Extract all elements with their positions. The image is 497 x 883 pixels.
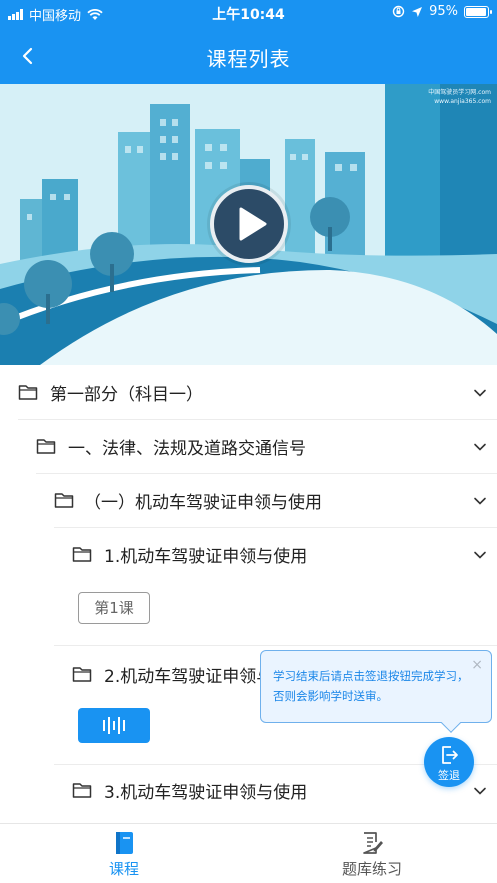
- tab-bar: 课程 题库练习: [0, 823, 497, 883]
- top-bar: 中国移动 上午10:44 95% 课程列表: [0, 0, 497, 84]
- rotation-lock-icon: [392, 5, 405, 18]
- folder-icon: [72, 547, 92, 562]
- tree-node-title: 第一部分（科目一）: [50, 385, 203, 405]
- tree-node-level4[interactable]: 1.机动车驾驶证申领与使用: [0, 528, 497, 582]
- close-icon[interactable]: ×: [471, 655, 483, 675]
- folder-icon: [54, 493, 74, 508]
- nav-bar: 课程列表: [0, 30, 497, 82]
- signout-button[interactable]: 签退: [424, 737, 474, 787]
- tab-label: 课程: [108, 860, 139, 878]
- divider: [54, 645, 497, 646]
- video-player[interactable]: 中国驾驶员学习网.com www.anjia365.com: [0, 84, 497, 365]
- now-playing-button[interactable]: [78, 708, 150, 743]
- folder-icon: [18, 385, 38, 400]
- video-watermark: 中国驾驶员学习网.com www.anjia365.com: [428, 89, 491, 105]
- folder-icon: [72, 667, 92, 682]
- tree-node-level3[interactable]: （一）机动车驾驶证申领与使用: [0, 474, 497, 528]
- tooltip-arrow: [441, 713, 461, 733]
- tab-question-bank[interactable]: 题库练习: [248, 824, 496, 883]
- tab-label: 题库练习: [341, 860, 402, 878]
- audio-wave-icon: [103, 717, 125, 734]
- folder-icon: [72, 783, 92, 798]
- tip-line: 否则会影响学时送审。: [273, 689, 388, 703]
- chevron-down-icon[interactable]: [473, 494, 487, 508]
- tree-node-level4[interactable]: 3.机动车驾驶证申领与使用: [0, 764, 497, 818]
- tree-node-title: （一）机动车驾驶证申领与使用: [84, 493, 322, 513]
- battery-percent: 95%: [429, 4, 458, 19]
- location-icon: [412, 6, 423, 17]
- chevron-down-icon[interactable]: [473, 440, 487, 454]
- battery-icon: [464, 5, 492, 18]
- tree-node-title: 3.机动车驾驶证申领与使用: [104, 783, 308, 803]
- lesson-button[interactable]: 第1课: [78, 592, 150, 624]
- tree-node-level2[interactable]: 一、法律、法规及道路交通信号: [0, 420, 497, 474]
- page-title: 课程列表: [206, 47, 291, 71]
- chevron-down-icon[interactable]: [473, 386, 487, 400]
- signout-label: 签退: [438, 769, 460, 782]
- signout-tip: 学习结束后请点击签退按钮完成学习， 否则会影响学时送审。 ×: [260, 650, 492, 733]
- status-bar: 中国移动 上午10:44 95%: [0, 0, 497, 26]
- tip-line: 学习结束后请点击签退按钮完成学习，: [273, 669, 469, 683]
- exit-icon: [442, 746, 458, 764]
- chevron-down-icon[interactable]: [473, 784, 487, 798]
- edit-note-icon: [363, 832, 383, 854]
- tree-node-title: 1.机动车驾驶证申领与使用: [104, 547, 308, 567]
- play-button[interactable]: [210, 185, 288, 263]
- folder-icon: [36, 439, 56, 454]
- tab-courses[interactable]: 课程: [0, 824, 248, 883]
- play-icon: [239, 207, 267, 241]
- tree-node-title: 一、法律、法规及道路交通信号: [68, 439, 306, 459]
- chevron-down-icon[interactable]: [473, 548, 487, 562]
- book-icon: [116, 832, 133, 854]
- tree-node-level1[interactable]: 第一部分（科目一）: [0, 366, 497, 420]
